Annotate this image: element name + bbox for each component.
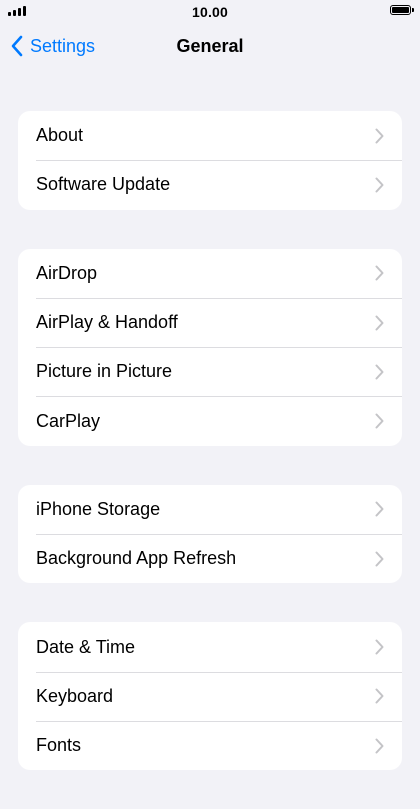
chevron-right-icon [375, 315, 384, 331]
battery-icon [390, 5, 414, 15]
chevron-right-icon [375, 177, 384, 193]
row-label: CarPlay [36, 410, 101, 431]
row-label: AirDrop [36, 262, 98, 283]
chevron-right-icon [375, 501, 384, 517]
status-time: 10.00 [191, 4, 229, 20]
settings-list: About Software Update AirDrop AirPlay & … [18, 111, 402, 809]
settings-row-iphone-storage[interactable]: iPhone Storage [18, 485, 402, 534]
settings-group-info: About Software Update [18, 111, 402, 210]
row-label: Software Update [36, 174, 171, 195]
chevron-right-icon [375, 413, 384, 429]
settings-group-locale: Date & Time Keyboard Fonts [18, 622, 402, 771]
chevron-right-icon [375, 551, 384, 567]
row-label: Date & Time [36, 636, 136, 657]
settings-row-date-time[interactable]: Date & Time [18, 622, 402, 671]
row-label: About [36, 125, 84, 146]
row-label: Keyboard [36, 685, 114, 706]
chevron-right-icon [375, 265, 384, 281]
chevron-right-icon [375, 639, 384, 655]
settings-row-keyboard[interactable]: Keyboard [18, 671, 402, 721]
navigation-bar: Settings General [0, 24, 420, 70]
settings-row-fonts[interactable]: Fonts [18, 720, 402, 770]
chevron-right-icon [375, 364, 384, 380]
settings-row-airplay-handoff[interactable]: AirPlay & Handoff [18, 297, 402, 347]
row-label: Background App Refresh [36, 548, 237, 569]
row-label: iPhone Storage [36, 498, 161, 519]
settings-row-background-app-refresh[interactable]: Background App Refresh [18, 534, 402, 583]
chevron-right-icon [375, 688, 384, 704]
chevron-right-icon [375, 738, 384, 754]
row-label: Fonts [36, 735, 82, 756]
settings-group-connectivity: AirDrop AirPlay & Handoff Picture in Pic… [18, 248, 402, 446]
settings-row-carplay[interactable]: CarPlay [18, 396, 402, 445]
settings-row-about[interactable]: About [18, 111, 402, 160]
status-bar: 10.00 [0, 0, 420, 24]
row-label: AirPlay & Handoff [36, 312, 178, 333]
settings-group-storage: iPhone Storage Background App Refresh [18, 484, 402, 584]
page-title: General [176, 36, 244, 56]
row-label: Picture in Picture [36, 361, 173, 382]
settings-row-airdrop[interactable]: AirDrop [18, 249, 402, 298]
settings-row-picture-in-picture[interactable]: Picture in Picture [18, 347, 402, 396]
chevron-right-icon [375, 128, 384, 144]
settings-row-software-update[interactable]: Software Update [18, 160, 402, 209]
